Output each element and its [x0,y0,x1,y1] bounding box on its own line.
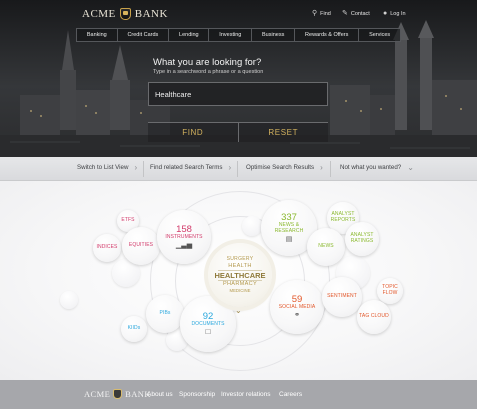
logo-word-right: BANK [134,8,168,20]
network-icon: ⚭ [294,311,300,319]
pen-icon: ✎ [342,10,348,17]
find-label: Find [320,10,331,17]
contact-link[interactable]: ✎ Contact [342,10,370,17]
nav-item-banking[interactable]: Banking [76,29,118,41]
kiids-bubble[interactable]: KIIDs [121,316,147,342]
analyst-ratings-label: ANALYST RATINGS [350,232,374,244]
sentiment-bubble[interactable]: SENTIMENT [322,277,362,317]
optimise-results-link[interactable]: Optimise Search Results › [246,162,323,172]
chevron-down-icon: ⌄ [407,162,414,172]
footer-sponsorship-link[interactable]: Sponsorship [179,391,215,398]
nav-item-lending[interactable]: Lending [169,29,210,41]
divider [330,161,331,177]
indices-bubble[interactable]: INDICES [93,234,121,262]
crest-icon [119,8,131,20]
indices-label: INDICES [96,244,118,251]
switch-list-view-link[interactable]: Switch to List View › [77,162,138,172]
not-what-wanted-label: Not what you wanted? [340,164,402,171]
find-link[interactable]: ⚲ Find [312,10,331,17]
related-term-above: SURGERY [226,256,254,262]
analyst-ratings-bubble[interactable]: ANALYST RATINGS [345,222,379,256]
footer-careers-link[interactable]: Careers [279,391,302,398]
kiids-label: KIIDs [127,325,141,332]
topic-flow-bubble[interactable]: TOPIC FLOW [377,278,403,304]
social-media-bubble[interactable]: 59 SOCIAL MEDIA ⚭ [270,280,324,334]
optimise-results-label: Optimise Search Results [246,164,315,171]
related-term-bottom: PHARMACY [222,281,258,287]
equities-bubble[interactable]: EQUITIES [122,227,160,265]
related-term-below: MEDICINE [229,288,251,293]
divider [237,161,238,177]
etfs-label: ETFs [121,217,135,224]
chevron-right-icon: › [134,162,138,172]
news-label: NEWS [318,243,334,250]
nav-item-credit-cards[interactable]: Credit Cards [118,29,170,41]
login-label: Log In [390,10,406,17]
main-nav: Banking Credit Cards Lending Investing B… [76,28,402,42]
document-icon: □ [205,327,211,337]
footer: ACME BANK About us Sponsorship Investor … [0,380,477,409]
instruments-bubble[interactable]: 158 INSTRUMENTS ▁▃▅ [157,210,211,264]
selected-term-bubble[interactable]: SURGERY HEALTH HEALTHCARE PHARMACY MEDIC… [208,243,272,315]
news-research-label: NEWS & RESEARCH [274,222,304,234]
acme-bank-logo[interactable]: ACME BANK [82,8,168,20]
tag-cloud-bubble[interactable]: TAG CLOUD [357,300,391,334]
nav-item-services[interactable]: Services [359,29,402,41]
sentiment-label: SENTIMENT [327,293,357,300]
top-bar: ACME BANK ⚲ Find ✎ Contact ● Log In [0,0,477,28]
tag-cloud-label: TAG CLOUD [359,313,389,320]
empty-bubble [60,291,78,309]
hero-banner: ACME BANK ⚲ Find ✎ Contact ● Log In Bank… [0,0,477,157]
search-heading: What you are looking for? [153,57,262,68]
nav-item-business[interactable]: Business [252,29,296,41]
user-icon: ● [383,10,388,17]
related-terms-link[interactable]: Find related Search Terms › [150,162,232,172]
footer-logo-left: ACME [84,389,111,399]
topic-flow-label: TOPIC FLOW [382,284,398,296]
find-button[interactable]: FIND [148,122,239,142]
login-link[interactable]: ● Log In [383,10,406,17]
logo-word-left: ACME [82,8,116,20]
not-what-wanted-link[interactable]: Not what you wanted? ⌄ [340,162,414,172]
chevron-right-icon: › [228,162,232,172]
nav-item-rewards-offers[interactable]: Rewards & Offers [295,29,360,41]
analyst-reports-label: ANALYST REPORTS [330,211,356,223]
nav-item-investing[interactable]: Investing [209,29,253,41]
chevron-right-icon: › [320,162,323,172]
reset-button[interactable]: RESET [238,122,328,142]
chevron-down-icon[interactable]: ⌄ [235,307,242,315]
search-hint: Type in a searchword a phrase or a quest… [153,69,264,75]
crest-icon [113,389,123,399]
selected-term: HEALTHCARE [214,271,266,280]
newspaper-icon: ▤ [285,235,293,243]
footer-investor-link[interactable]: Investor relations [221,391,271,398]
equities-label: EQUITIES [128,242,154,249]
related-term-top: HEALTH [228,263,252,269]
switch-list-view-label: Switch to List View [77,164,129,171]
action-strip: Switch to List View › Find related Searc… [0,157,477,181]
empty-bubble [242,216,262,236]
footer-about-link[interactable]: About us [147,391,173,398]
search-buttons: FIND RESET [148,122,328,142]
news-bubble[interactable]: NEWS [307,228,345,266]
contact-label: Contact [350,10,370,17]
search-icon: ⚲ [312,10,318,17]
pibs-bubble[interactable]: PIBs [146,295,184,333]
divider [143,161,144,177]
bar-chart-icon: ▁▃▅ [175,241,193,249]
pibs-label: PIBs [159,310,171,317]
search-input[interactable] [148,82,328,106]
related-terms-label: Find related Search Terms [150,164,223,171]
footer-logo[interactable]: ACME BANK [84,389,151,399]
